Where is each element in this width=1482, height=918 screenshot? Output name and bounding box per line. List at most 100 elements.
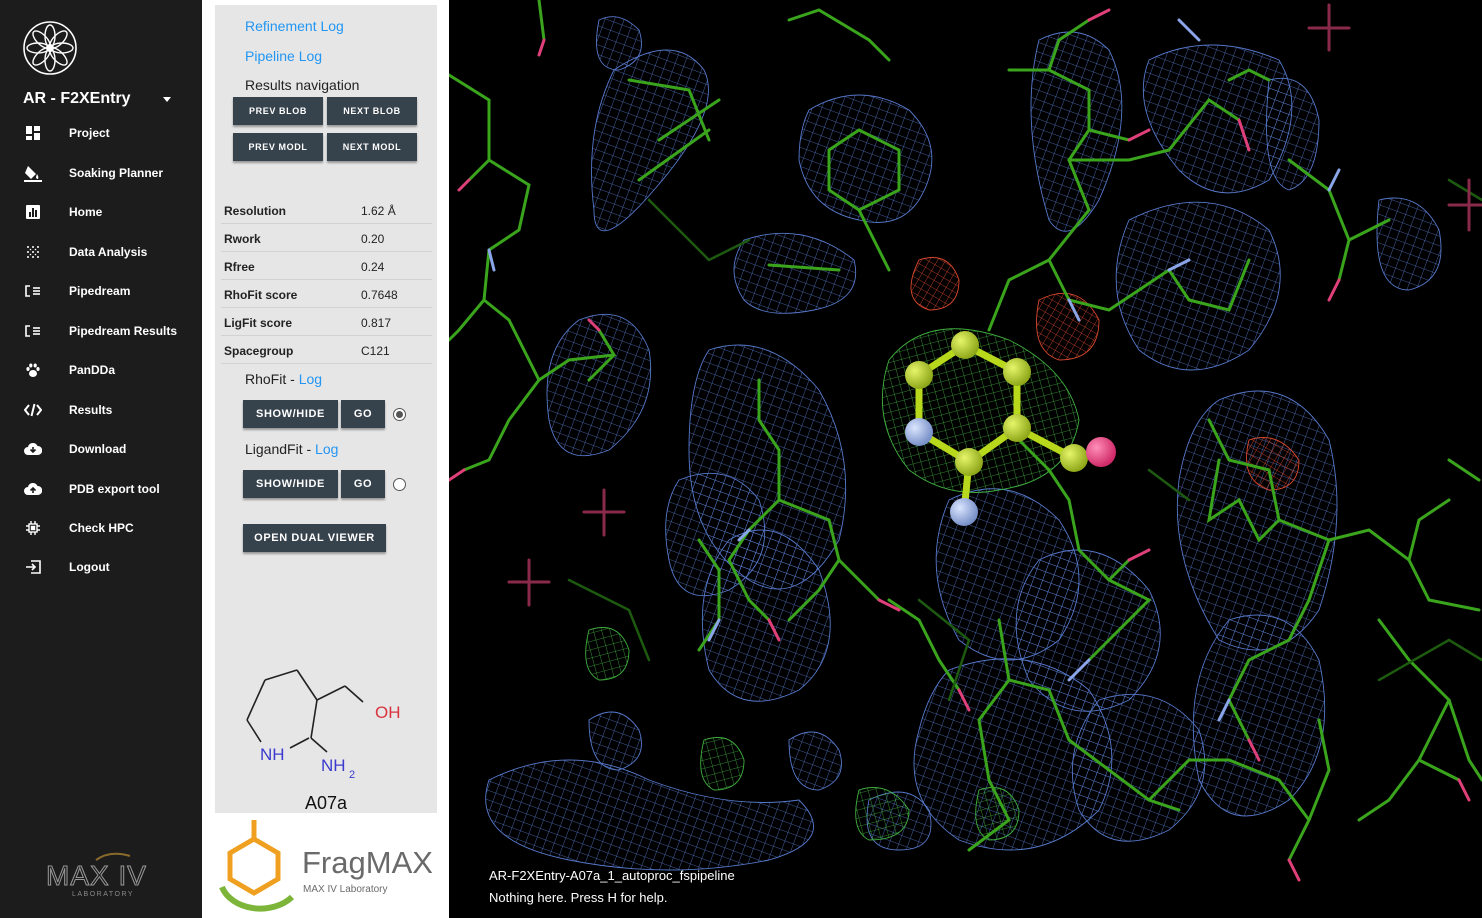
rhofit-heading: RhoFit - Log xyxy=(245,371,323,387)
fragmax-logo: FragMAX MAX IV Laboratory xyxy=(219,820,433,912)
nav-item-results[interactable]: Results xyxy=(0,392,202,428)
ligandfit-log-link[interactable]: Log xyxy=(315,441,338,457)
nav-label: Pipedream Results xyxy=(69,324,178,338)
nav-label: Check HPC xyxy=(69,521,134,535)
nh2-subscript: 2 xyxy=(349,769,355,780)
nav-item-project[interactable]: Project xyxy=(0,115,202,151)
nav-item-pipedream-results[interactable]: Pipedream Results xyxy=(0,313,202,349)
rhofit-show-hide-button[interactable]: SHOW/HIDE xyxy=(243,400,338,428)
nav-item-data-analysis[interactable]: Data Analysis xyxy=(0,234,202,270)
stat-key: LigFit score xyxy=(224,316,293,330)
stat-value: 0.24 xyxy=(361,260,385,274)
bar-chart-icon xyxy=(24,203,42,221)
table-row: RhoFit score 0.7648 xyxy=(221,280,432,308)
fragmax-subtitle: MAX IV Laboratory xyxy=(303,884,387,895)
pipeline-log-link[interactable]: Pipeline Log xyxy=(245,48,322,64)
sidebar: AR - F2XEntry Project Soaking Planner Ho… xyxy=(0,0,202,918)
nav-label: Home xyxy=(69,205,103,219)
refinement-log-link[interactable]: Refinement Log xyxy=(245,18,344,34)
ligandfit-name: LigandFit xyxy=(245,441,303,457)
molecule-viewer[interactable]: AR-F2XEntry-A07a_1_autoproc_fspipeline N… xyxy=(449,0,1482,918)
caret-down-icon xyxy=(163,96,171,102)
nav-item-home[interactable]: Home xyxy=(0,194,202,230)
table-row: Rwork 0.20 xyxy=(221,224,432,252)
list-check-icon xyxy=(24,282,42,300)
results-card: Refinement Log Pipeline Log Results navi… xyxy=(215,5,437,813)
dashboard-icon xyxy=(24,124,42,142)
nav-item-pandda[interactable]: PanDDa xyxy=(0,352,202,388)
list-check-icon xyxy=(24,322,42,340)
nav-label: Download xyxy=(69,442,127,456)
maxiv-subtitle: LABORATORY xyxy=(72,891,134,898)
nav-label: PDB export tool xyxy=(69,482,160,496)
stat-value: 1.62 Å xyxy=(361,204,396,218)
fragmax-title: FragMAX xyxy=(302,845,433,880)
mandala-logo-icon[interactable] xyxy=(22,20,78,76)
ligandfit-go-button[interactable]: GO xyxy=(341,470,385,498)
ligandfit-radio[interactable] xyxy=(393,478,406,491)
project-name: AR - F2XEntry xyxy=(23,90,131,107)
nav-item-logout[interactable]: Logout xyxy=(0,549,202,585)
structure-name: AR-F2XEntry-A07a_1_autoproc_fspipeline xyxy=(489,868,735,883)
code-slash-icon xyxy=(24,401,42,419)
nav-item-soaking-planner[interactable]: Soaking Planner xyxy=(0,155,202,191)
stat-key: RhoFit score xyxy=(224,288,298,302)
nav-label: Data Analysis xyxy=(69,245,148,259)
nh-label: NH xyxy=(260,745,285,764)
stat-key: Resolution xyxy=(224,204,286,218)
results-panel: Refinement Log Pipeline Log Results navi… xyxy=(202,0,449,918)
nav-label: PanDDa xyxy=(69,363,116,377)
viewer-caption: AR-F2XEntry-A07a_1_autoproc_fspipeline N… xyxy=(489,865,735,909)
logout-icon xyxy=(24,558,42,576)
maxiv-logo: MAX IV LABORATORY xyxy=(46,852,147,898)
stat-key: Spacegroup xyxy=(224,344,294,358)
compound-structure: OH NH NH 2 xyxy=(246,669,401,780)
nav-item-check-hpc[interactable]: Check HPC xyxy=(0,510,202,546)
oh-label: OH xyxy=(375,703,401,722)
table-row: Rfree 0.24 xyxy=(221,252,432,280)
nav-item-download[interactable]: Download xyxy=(0,431,202,467)
prev-blob-button[interactable]: PREV BLOB xyxy=(233,97,323,125)
rhofit-radio[interactable] xyxy=(393,408,406,421)
viewer-help-text: Nothing here. Press H for help. xyxy=(489,890,668,905)
chip-icon xyxy=(24,519,42,537)
rhofit-log-link[interactable]: Log xyxy=(299,371,322,387)
nav-item-pipedream[interactable]: Pipedream xyxy=(0,273,202,309)
stat-key: Rwork xyxy=(224,232,261,246)
open-dual-viewer-button[interactable]: OPEN DUAL VIEWER xyxy=(243,524,386,552)
next-modl-button[interactable]: NEXT MODL xyxy=(327,133,417,161)
compound-id: A07a xyxy=(304,793,348,813)
nh2-label: NH xyxy=(321,756,346,775)
cloud-upload-icon xyxy=(24,480,42,498)
stat-value: 0.20 xyxy=(361,232,385,246)
stat-value: 0.817 xyxy=(361,316,392,330)
rhofit-name: RhoFit xyxy=(245,371,287,387)
paint-bucket-icon xyxy=(24,164,42,182)
nav-label: Project xyxy=(69,126,110,140)
next-blob-button[interactable]: NEXT BLOB xyxy=(327,97,417,125)
table-row: Resolution 1.62 Å xyxy=(221,196,432,224)
stat-value: 0.7648 xyxy=(361,288,398,302)
nav-label: Logout xyxy=(69,560,110,574)
prev-modl-button[interactable]: PREV MODL xyxy=(233,133,323,161)
results-navigation-title: Results navigation xyxy=(245,77,360,93)
grid-dots-icon xyxy=(24,243,42,261)
app-root: AR - F2XEntry Project Soaking Planner Ho… xyxy=(0,0,1482,918)
nav-label: Soaking Planner xyxy=(69,166,164,180)
paw-icon xyxy=(24,361,42,379)
nav-label: Pipedream xyxy=(69,284,131,298)
stat-key: Rfree xyxy=(224,260,255,274)
nav-item-pdb-export[interactable]: PDB export tool xyxy=(0,471,202,507)
project-selector[interactable]: AR - F2XEntry xyxy=(23,88,173,110)
maxiv-wordmark: MAX IV xyxy=(46,860,147,891)
table-row: Spacegroup C121 xyxy=(221,336,432,364)
rhofit-go-button[interactable]: GO xyxy=(341,400,385,428)
stats-table: Resolution 1.62 Å Rwork 0.20 Rfree 0.24 Rho… xyxy=(221,196,432,364)
viewer-canvas[interactable] xyxy=(449,0,1482,918)
nav-label: Results xyxy=(69,403,113,417)
table-row: LigFit score 0.817 xyxy=(221,308,432,336)
cloud-download-icon xyxy=(24,440,42,458)
ligandfit-heading: LigandFit - Log xyxy=(245,441,339,457)
ligandfit-show-hide-button[interactable]: SHOW/HIDE xyxy=(243,470,338,498)
stat-value: C121 xyxy=(361,344,390,358)
